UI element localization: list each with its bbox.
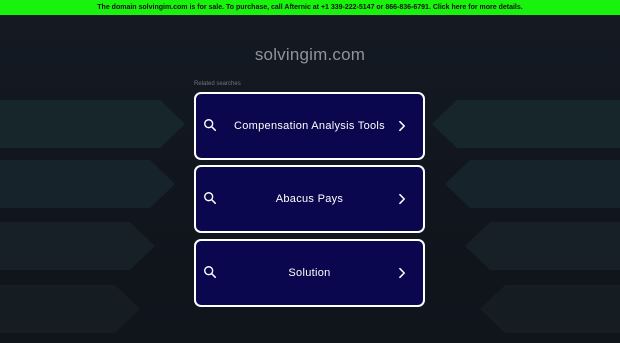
background-left-shape-4-graphic (0, 285, 140, 333)
search-icon (203, 191, 217, 205)
chevron-right-icon-graphic (399, 267, 405, 279)
domain-for-sale-banner[interactable]: The domain solvingim.com is for sale. To… (0, 0, 620, 15)
background-left-shape-2-graphic (0, 160, 175, 208)
background-right-shape-3-graphic (465, 222, 620, 270)
related-searches-label: Related searches (194, 81, 241, 87)
related-search-label: Compensation Analysis Tools (234, 120, 385, 132)
background-right-shape-2-graphic (445, 160, 620, 208)
background-right-shape-4 (480, 285, 620, 333)
background-right-shape-1 (432, 100, 620, 148)
background-right-shape-2 (445, 160, 620, 208)
background-right-shape-1-graphic (432, 100, 620, 148)
domain-name-title: solvingim.com (254, 45, 366, 64)
chevron-right-icon-graphic (399, 193, 405, 205)
parked-domain-page: The domain solvingim.com is for sale. To… (0, 0, 620, 343)
related-search-result[interactable]: Solution (194, 239, 425, 307)
search-icon-graphic (204, 192, 217, 205)
background-left-shape-1 (0, 100, 185, 148)
chevron-right-icon-graphic (399, 120, 405, 132)
background-left-shape-4 (0, 285, 140, 333)
search-icon (203, 265, 217, 279)
search-icon (203, 118, 217, 132)
search-icon-graphic (204, 266, 217, 279)
background-left-shape-3 (0, 222, 155, 270)
related-search-result[interactable]: Abacus Pays (194, 165, 425, 233)
background-left-shape-3-graphic (0, 222, 155, 270)
background-left-shape-1-graphic (0, 100, 185, 148)
chevron-right-icon (398, 120, 407, 132)
background-left-shape-2 (0, 160, 175, 208)
chevron-right-icon (398, 267, 407, 279)
related-search-result[interactable]: Compensation Analysis Tools (194, 92, 425, 160)
related-search-label: Abacus Pays (275, 193, 344, 205)
background-right-shape-3 (465, 222, 620, 270)
chevron-right-icon (398, 193, 407, 205)
related-search-label: Solution (288, 267, 331, 279)
background-right-shape-4-graphic (480, 285, 620, 333)
search-icon-graphic (204, 119, 217, 132)
